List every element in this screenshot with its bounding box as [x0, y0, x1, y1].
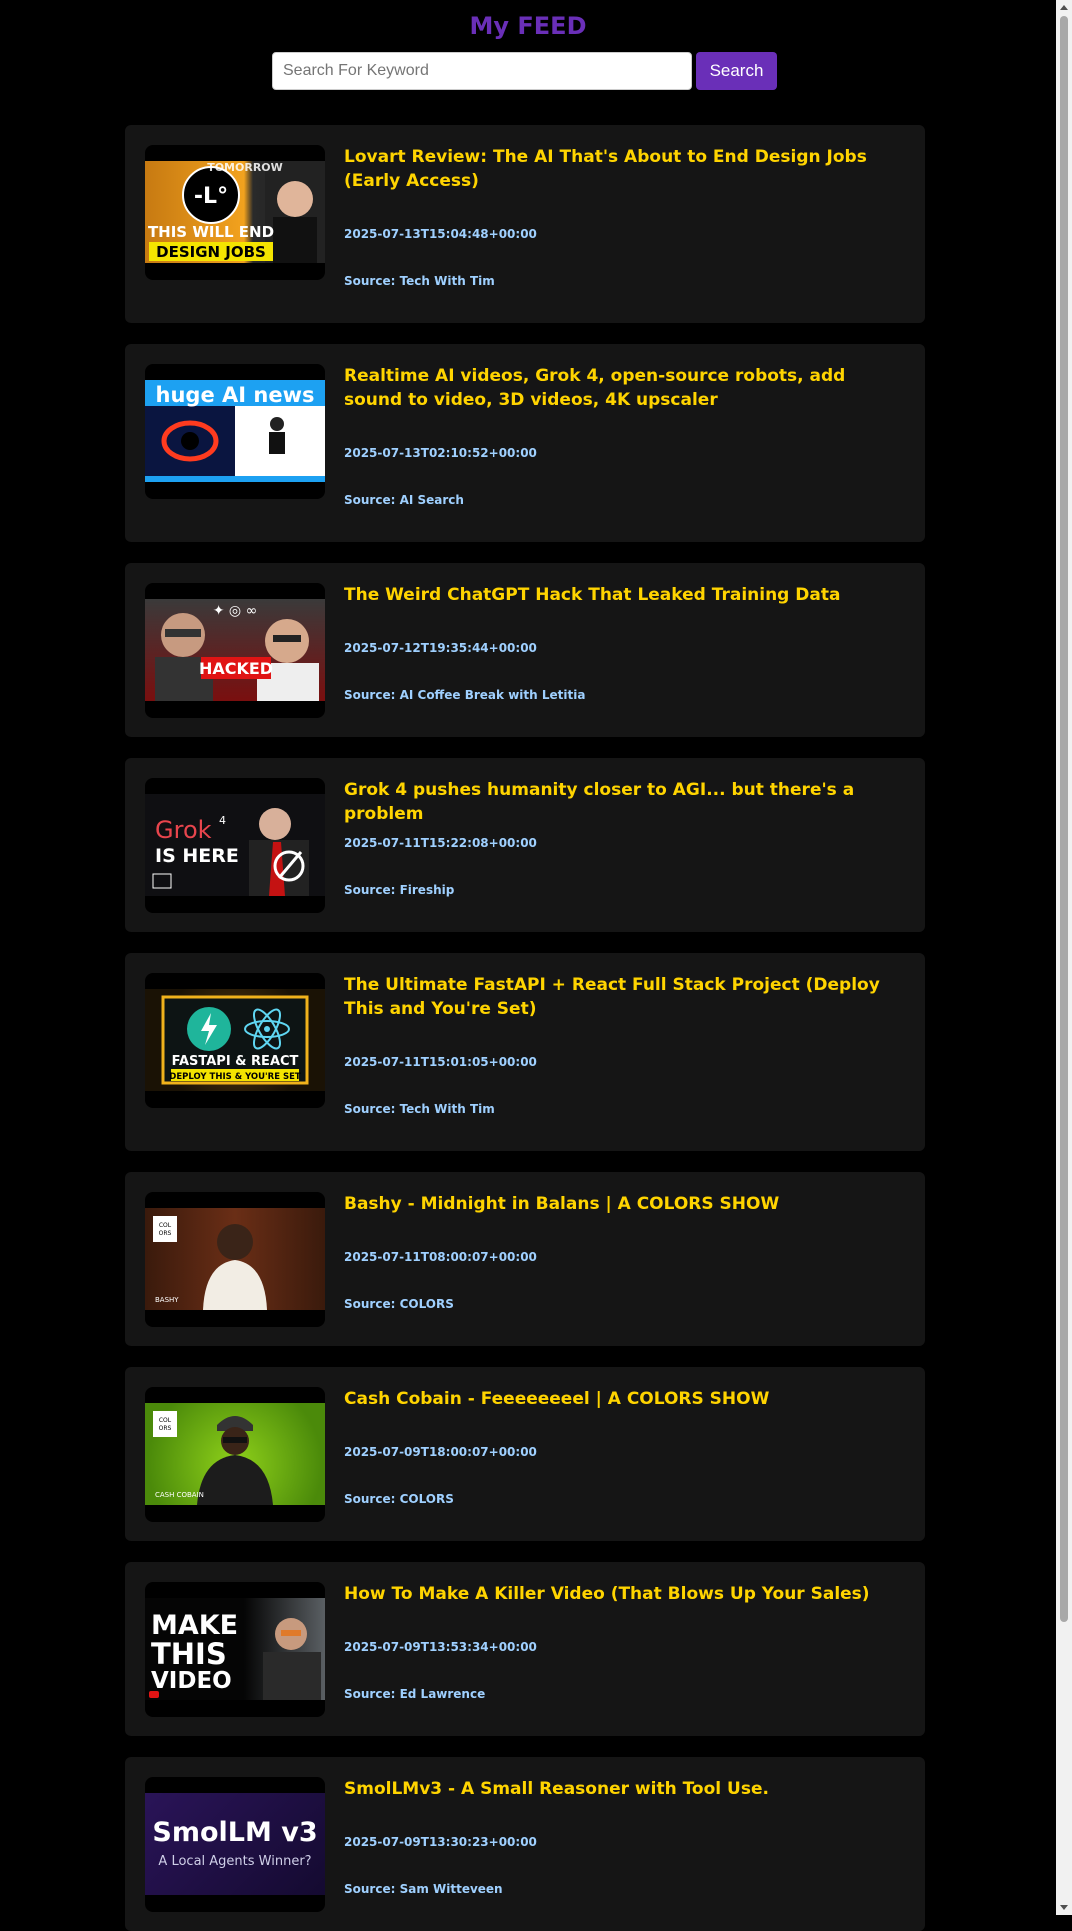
search-button[interactable]: Search — [696, 52, 777, 90]
video-date: 2025-07-09T13:30:23+00:00 — [344, 1835, 537, 1849]
video-title[interactable]: The Weird ChatGPT Hack That Leaked Train… — [344, 583, 904, 607]
video-thumbnail[interactable]: COL ORS BASHY — [145, 1192, 325, 1327]
search-input[interactable] — [272, 52, 692, 90]
thumb-text: TOMORROW — [207, 161, 283, 174]
thumb-text: VIDEO — [151, 1668, 232, 1694]
thumb-text: DEPLOY THIS & YOU'RE SET — [169, 1072, 301, 1082]
thumb-text: THIS WILL END — [148, 223, 274, 241]
video-source: Source: COLORS — [344, 1297, 454, 1311]
video-date: 2025-07-13T15:04:48+00:00 — [344, 227, 537, 241]
video-date: 2025-07-09T13:53:34+00:00 — [344, 1640, 537, 1654]
video-source: Source: Tech With Tim — [344, 1102, 495, 1116]
thumb-text: IS HERE — [155, 845, 239, 867]
feed-card[interactable]: SmolLM v3 A Local Agents Winner? SmolLMv… — [125, 1757, 925, 1931]
video-title[interactable]: Grok 4 pushes humanity closer to AGI... … — [344, 778, 904, 826]
video-source: Source: Fireship — [344, 883, 455, 897]
feed-card[interactable]: -L° TOMORROW THIS WILL END DESIGN JOBS L… — [125, 125, 925, 323]
scrollbar-thumb[interactable] — [1060, 16, 1068, 1622]
video-title[interactable]: Lovart Review: The AI That's About to En… — [344, 145, 904, 193]
video-title[interactable]: Realtime AI videos, Grok 4, open-source … — [344, 364, 904, 412]
video-title[interactable]: The Ultimate FastAPI + React Full Stack … — [344, 973, 904, 1021]
thumb-text: SmolLM v3 — [152, 1817, 317, 1848]
video-date: 2025-07-09T18:00:07+00:00 — [344, 1445, 537, 1459]
thumb-text: DESIGN JOBS — [156, 243, 266, 261]
svg-text:ORS: ORS — [159, 1425, 172, 1432]
video-title[interactable]: Bashy - Midnight in Balans | A COLORS SH… — [344, 1192, 904, 1216]
svg-text:✦ ◎ ∞: ✦ ◎ ∞ — [213, 603, 258, 619]
video-date: 2025-07-12T19:35:44+00:00 — [344, 641, 537, 655]
thumb-text: BASHY — [155, 1296, 179, 1304]
video-title[interactable]: SmolLMv3 - A Small Reasoner with Tool Us… — [344, 1777, 904, 1801]
thumb-text: Grok — [155, 816, 212, 844]
video-title[interactable]: How To Make A Killer Video (That Blows U… — [344, 1582, 904, 1606]
video-date: 2025-07-13T02:10:52+00:00 — [344, 446, 537, 460]
video-thumbnail[interactable]: FASTAPI & REACT DEPLOY THIS & YOU'RE SET — [145, 973, 325, 1108]
svg-text:4: 4 — [219, 814, 226, 827]
video-thumbnail[interactable]: SmolLM v3 A Local Agents Winner? — [145, 1777, 325, 1912]
video-thumbnail[interactable]: ✦ ◎ ∞ HACKED — [145, 583, 325, 718]
svg-text:ORS: ORS — [159, 1230, 172, 1237]
scroll-up-arrow-icon[interactable] — [1060, 5, 1068, 10]
svg-text:COL: COL — [159, 1417, 172, 1424]
feed-card[interactable]: FASTAPI & REACT DEPLOY THIS & YOU'RE SET… — [125, 953, 925, 1151]
feed-card[interactable]: MAKE THIS VIDEO How To Make A Killer Vid… — [125, 1562, 925, 1736]
video-source: Source: COLORS — [344, 1492, 454, 1506]
video-thumbnail[interactable]: Grok 4 IS HERE — [145, 778, 325, 913]
video-thumbnail[interactable]: huge AI news — [145, 364, 325, 499]
feed-card[interactable]: ✦ ◎ ∞ HACKED The Weird ChatGPT Hack That… — [125, 563, 925, 737]
video-date: 2025-07-11T15:22:08+00:00 — [344, 836, 537, 850]
video-thumbnail[interactable]: COL ORS CASH COBAIN — [145, 1387, 325, 1522]
video-thumbnail[interactable]: -L° TOMORROW THIS WILL END DESIGN JOBS — [145, 145, 325, 280]
svg-text:COL: COL — [159, 1222, 172, 1229]
thumb-text: HACKED — [199, 659, 273, 678]
video-date: 2025-07-11T15:01:05+00:00 — [344, 1055, 537, 1069]
feed-card[interactable]: COL ORS BASHY Bashy - Midnight in Balans… — [125, 1172, 925, 1346]
video-source: Source: Sam Witteveen — [344, 1882, 503, 1896]
thumb-text: CASH COBAIN — [155, 1491, 204, 1499]
feed-card[interactable]: huge AI news Realtime AI videos, Grok 4,… — [125, 344, 925, 542]
video-title[interactable]: Cash Cobain - Feeeeeeeel | A COLORS SHOW — [344, 1387, 904, 1411]
page-title: My FEED — [469, 12, 587, 40]
video-source: Source: Ed Lawrence — [344, 1687, 486, 1701]
scroll-down-arrow-icon[interactable] — [1060, 1905, 1068, 1910]
video-source: Source: AI Search — [344, 493, 464, 507]
svg-text:-L°: -L° — [194, 184, 228, 209]
feed-card[interactable]: Grok 4 IS HERE Grok 4 pushes humanity cl… — [125, 758, 925, 932]
video-thumbnail[interactable]: MAKE THIS VIDEO — [145, 1582, 325, 1717]
video-source: Source: Tech With Tim — [344, 274, 495, 288]
vertical-scrollbar[interactable] — [1056, 0, 1072, 1915]
thumb-text: A Local Agents Winner? — [158, 1854, 311, 1869]
video-source: Source: AI Coffee Break with Letitia — [344, 688, 586, 702]
video-date: 2025-07-11T08:00:07+00:00 — [344, 1250, 537, 1264]
thumb-text: huge AI news — [156, 383, 315, 407]
feed-card[interactable]: COL ORS CASH COBAIN Cash Cobain - Feeeee… — [125, 1367, 925, 1541]
thumb-text: FASTAPI & REACT — [172, 1054, 299, 1069]
thumb-text: THIS — [151, 1637, 227, 1671]
